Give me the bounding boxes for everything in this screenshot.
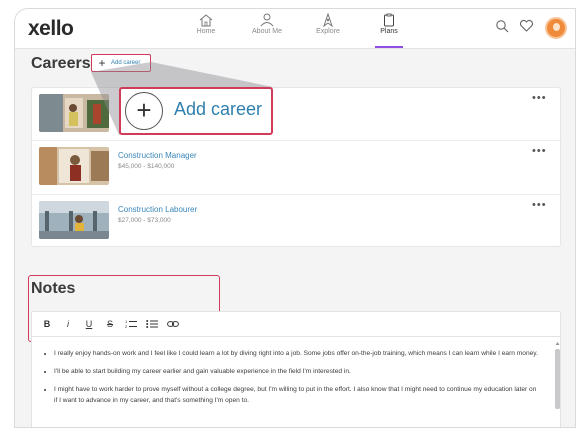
nav-home-label: Home [196,28,216,35]
note-bullet: I really enjoy hands-on work and I feel … [54,348,540,359]
nav-plans[interactable]: Plans [359,13,419,48]
career-item[interactable]: ••• [32,88,562,138]
nav-explore-label: Explore [316,28,340,35]
editor-toolbar: B i U S 12 [31,311,561,337]
xello-logo[interactable]: xello [28,17,74,41]
numbered-list-icon: 12 [125,319,137,329]
heart-icon[interactable] [519,19,534,33]
top-nav: xello Home About Me Explore Plans [15,9,575,49]
numbered-list-button[interactable]: 12 [124,319,138,331]
home-icon [199,14,213,27]
nav-plans-label: Plans [380,28,398,35]
notes-heading: Notes [31,280,76,297]
notes-editor[interactable]: I really enjoy hands-on work and I feel … [31,337,561,427]
career-list: ••• Construction Manager $45,000 - $140,… [31,87,562,247]
career-thumbnail [39,94,109,132]
underline-button[interactable]: U [82,319,96,329]
career-salary: $45,000 - $140,000 [118,163,175,170]
nav-about-me[interactable]: About Me [237,13,297,35]
plus-icon: + [98,56,106,70]
scrollbar-thumb[interactable] [555,349,560,409]
nav-explore[interactable]: Explore [298,13,358,35]
career-title[interactable]: Construction Manager [118,151,197,160]
career-title[interactable]: Construction Labourer [118,205,197,214]
careers-heading: Careers [31,55,91,72]
link-icon [167,321,179,327]
app-window: xello Home About Me Explore Plans Career… [14,8,576,428]
search-icon[interactable] [495,19,509,33]
add-career-zoom-label: Add career [174,99,263,119]
plus-circle-icon: + [125,92,163,130]
add-career-button[interactable]: + Add career [91,54,151,72]
add-career-label: Add career [111,60,141,66]
more-options-icon[interactable]: ••• [532,92,547,104]
career-thumbnail [39,147,109,185]
career-item[interactable]: Construction Manager $45,000 - $140,000 … [32,140,562,190]
avatar[interactable] [545,17,567,39]
career-item[interactable]: Construction Labourer $27,000 - $73,000 … [32,194,562,244]
link-button[interactable] [166,319,180,331]
career-thumbnail [39,201,109,239]
bold-button[interactable]: B [40,319,54,329]
italic-button[interactable]: i [61,319,75,329]
more-options-icon[interactable]: ••• [532,199,547,211]
note-bullet: I might have to work harder to prove mys… [54,384,540,406]
scroll-up-arrow-icon[interactable] [555,341,560,346]
strikethrough-button[interactable]: S [103,319,117,329]
bullet-list-button[interactable] [145,319,159,331]
note-bullet: I'll be able to start building my career… [54,366,540,377]
notes-list: I really enjoy hands-on work and I feel … [32,337,560,406]
more-options-icon[interactable]: ••• [532,145,547,157]
nav-home[interactable]: Home [176,13,236,35]
editor-scrollbar[interactable] [555,341,560,427]
active-tab-indicator [375,46,403,48]
person-icon [260,13,274,27]
svg-text:2: 2 [125,324,128,329]
add-career-button-zoomed[interactable]: + Add career [119,87,273,135]
bullet-list-icon [146,320,158,328]
compass-icon [323,13,333,27]
career-salary: $27,000 - $73,000 [118,217,171,224]
clipboard-icon [384,13,394,27]
nav-about-me-label: About Me [252,28,282,35]
